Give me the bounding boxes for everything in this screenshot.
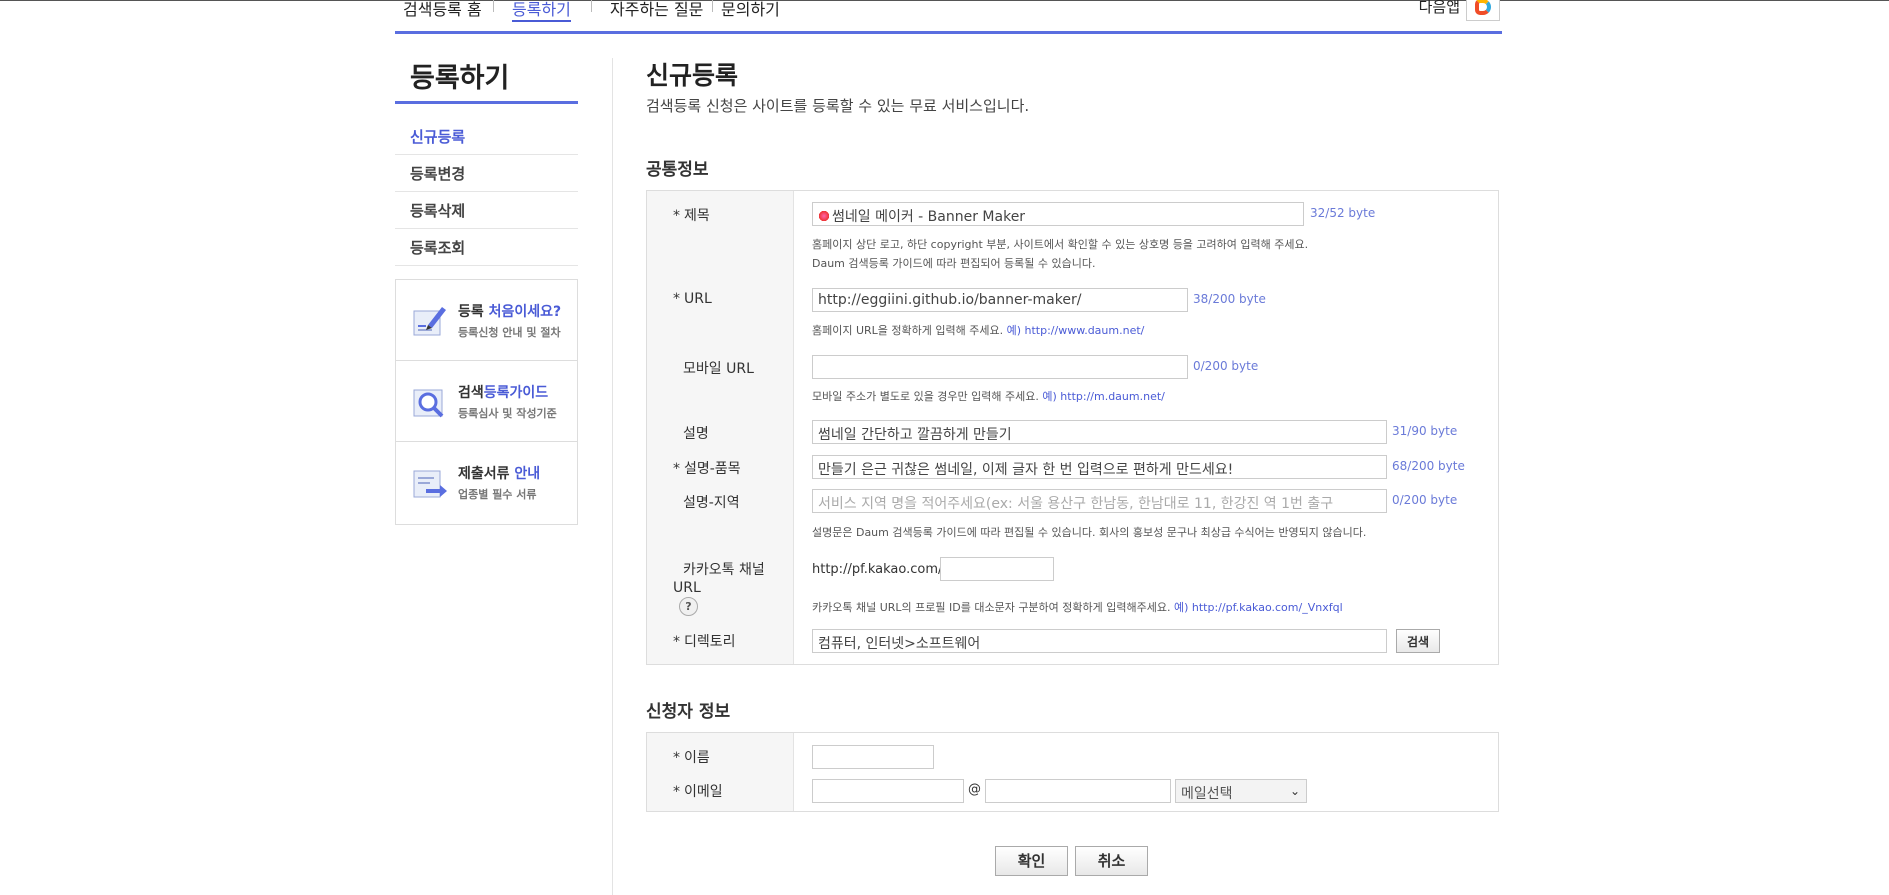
url-byte-count: 38/200 byte <box>1193 292 1266 306</box>
daum-app-link[interactable]: 다음앱 <box>1419 0 1460 17</box>
submit-doc-icon <box>413 470 447 498</box>
title-help-2: Daum 검색등록 가이드에 따라 편집되어 등록될 수 있습니다. <box>812 257 1096 270</box>
nav-separator <box>493 0 494 12</box>
description-label: 설명 <box>683 426 709 442</box>
kakao-help: 카카오톡 채널 URL의 프로필 ID를 대소문자 구분하여 정확하게 입력해주… <box>812 601 1343 614</box>
confirm-button[interactable]: 확인 <box>995 846 1068 876</box>
kakao-url-prefix: http://pf.kakao.com/ <box>812 562 943 577</box>
kakao-channel-label: 카카오톡 채널 <box>683 562 765 578</box>
common-info-form: * 제목 썸네일 메이커 - Banner Maker 32/52 byte 홈페… <box>646 190 1499 665</box>
sidebar-item-change-registration[interactable]: 등록변경 <box>395 155 578 192</box>
guide-search-register-sub: 등록심사 및 작성기준 <box>458 407 557 420</box>
email-at-sign: @ <box>968 782 981 797</box>
description-region-input[interactable]: 서비스 지역 명을 적어주세요(ex: 서울 용산구 한남동, 한남대로 11,… <box>812 489 1387 513</box>
applicant-section-title: 신청자 정보 <box>646 702 731 722</box>
cancel-button[interactable]: 취소 <box>1075 846 1148 876</box>
description-item-label: * 설명-품목 <box>673 461 741 477</box>
url-label: * URL <box>673 291 712 307</box>
top-nav: 검색등록 홈 등록하기 자주하는 질문 문의하기 다음앱 <box>395 0 1502 34</box>
help-question-icon[interactable]: ? <box>679 597 698 616</box>
kakao-channel-label-url: URL <box>673 580 701 596</box>
email-domain-input[interactable] <box>985 779 1171 803</box>
directory-input[interactable]: 컴퓨터, 인터넷>소프트웨어 <box>812 629 1387 653</box>
sidebar-item-lookup-registration[interactable]: 등록조회 <box>395 229 578 266</box>
mobile-url-byte-count: 0/200 byte <box>1193 359 1259 373</box>
mobile-url-label: 모바일 URL <box>683 361 754 377</box>
title-help-1: 홈페이지 상단 로고, 하단 copyright 부분, 사이트에서 확인할 수… <box>812 238 1309 251</box>
sidebar-menu: 신규등록 등록변경 등록삭제 등록조회 <box>395 118 578 266</box>
kakao-channel-input[interactable] <box>940 557 1054 581</box>
guide-search-register-title: 검색등록가이드 <box>458 385 549 401</box>
daum-logo-icon[interactable] <box>1466 0 1500 21</box>
nav-inquiry[interactable]: 문의하기 <box>721 0 780 20</box>
guide-first-time-title: 등록 처음이세요? <box>458 304 562 320</box>
mobile-url-help: 모바일 주소가 별도로 있을 경우만 입력해 주세요. 예) http://m.… <box>812 390 1165 403</box>
nav-separator <box>712 0 713 12</box>
description-item-input[interactable]: 만들기 은근 귀찮은 썸네일, 이제 글자 한 번 입력으로 편하게 만드세요! <box>812 455 1387 479</box>
description-region-byte-count: 0/200 byte <box>1392 493 1458 507</box>
directory-label: * 디렉토리 <box>673 634 736 650</box>
guide-documents-sub: 업종별 필수 서류 <box>458 488 537 501</box>
directory-search-button[interactable]: 검색 <box>1396 629 1441 653</box>
favicon-icon <box>818 210 830 222</box>
email-select-value: 메일선택 <box>1181 786 1233 802</box>
magnifier-doc-icon <box>413 389 444 418</box>
common-info-section-title: 공통정보 <box>646 160 709 180</box>
label-column <box>647 191 794 664</box>
name-input[interactable] <box>812 745 934 769</box>
description-byte-count: 31/90 byte <box>1392 424 1458 438</box>
description-item-byte-count: 68/200 byte <box>1392 459 1465 473</box>
guide-first-time[interactable]: 등록 처음이세요? 등록신청 안내 및 절차 <box>396 280 577 361</box>
email-domain-select[interactable]: 메일선택 ⌄ <box>1175 779 1307 803</box>
url-input[interactable]: http://eggiini.github.io/banner-maker/ <box>812 288 1188 312</box>
nav-separator <box>591 0 592 12</box>
title-input[interactable]: 썸네일 메이커 - Banner Maker <box>812 202 1304 226</box>
nav-search-register-home[interactable]: 검색등록 홈 <box>403 0 482 20</box>
description-input[interactable]: 썸네일 간단하고 깔끔하게 만들기 <box>812 420 1387 444</box>
sidebar-title-underline <box>395 101 578 104</box>
mobile-url-input[interactable] <box>812 355 1188 379</box>
sidebar-guide-box: 등록 처음이세요? 등록신청 안내 및 절차 검색등록가이드 등록심사 및 작성… <box>395 279 578 525</box>
sidebar-item-new-registration[interactable]: 신규등록 <box>395 118 578 155</box>
page-title: 신규등록 <box>646 61 739 90</box>
guide-first-time-sub: 등록신청 안내 및 절차 <box>458 326 561 339</box>
title-byte-count: 32/52 byte <box>1310 206 1376 220</box>
url-help: 홈페이지 URL을 정확하게 입력해 주세요. 예) http://www.da… <box>812 324 1145 337</box>
email-label: * 이메일 <box>673 784 723 800</box>
pencil-doc-icon <box>413 307 446 336</box>
description-region-label: 설명-지역 <box>683 495 740 511</box>
description-help: 설명문은 Daum 검색등록 가이드에 따라 편집될 수 있습니다. 회사의 홍… <box>812 526 1367 539</box>
sidebar-title: 등록하기 <box>410 63 510 94</box>
guide-search-register[interactable]: 검색등록가이드 등록심사 및 작성기준 <box>396 361 577 442</box>
guide-documents-title: 제출서류 안내 <box>458 466 541 482</box>
column-divider <box>612 58 613 895</box>
page-description: 검색등록 신청은 사이트를 등록할 수 있는 무료 서비스입니다. <box>646 97 1030 115</box>
title-label: * 제목 <box>673 208 710 224</box>
nav-register[interactable]: 등록하기 <box>512 0 571 22</box>
name-label: * 이름 <box>673 750 710 766</box>
guide-documents[interactable]: 제출서류 안내 업종별 필수 서류 <box>396 442 577 523</box>
chevron-down-icon: ⌄ <box>1289 784 1300 798</box>
email-user-input[interactable] <box>812 779 964 803</box>
nav-faq[interactable]: 자주하는 질문 <box>610 0 703 20</box>
sidebar-item-delete-registration[interactable]: 등록삭제 <box>395 192 578 229</box>
applicant-form: * 이름 * 이메일 @ 메일선택 ⌄ <box>646 732 1499 812</box>
